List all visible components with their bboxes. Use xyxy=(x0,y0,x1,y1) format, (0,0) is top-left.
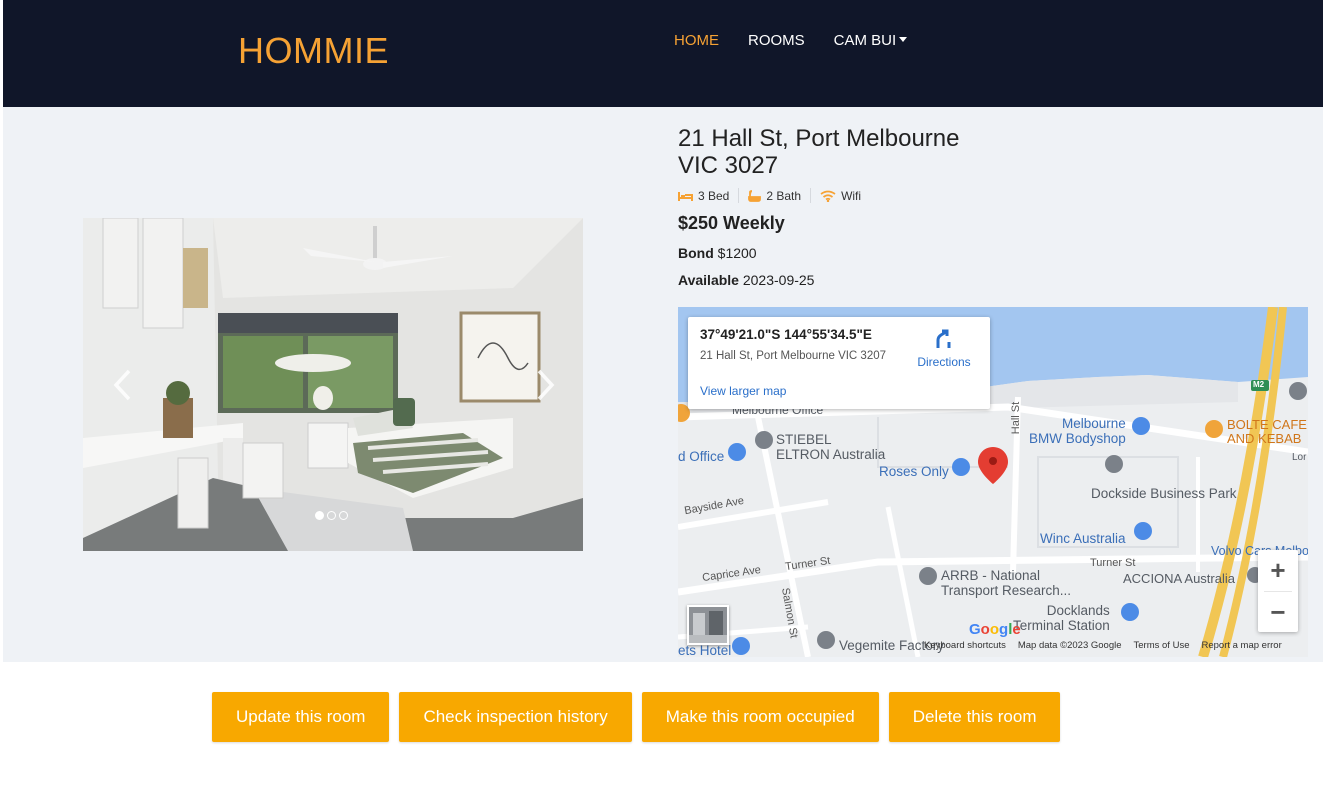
nav-user-label: CAM BUI xyxy=(833,32,897,49)
map-place-line: AND KEBAB xyxy=(1227,431,1302,446)
location-map[interactable]: Melbourne Office d Office STIEBEL ELTRON… xyxy=(678,307,1308,657)
address-line2: VIC 3027 xyxy=(678,152,779,179)
map-place: BOLTE CAFE AND KEBAB xyxy=(1227,418,1307,446)
directions-button[interactable]: Directions xyxy=(914,329,974,369)
page: HOMMIE HOME ROOMS CAM BUI 21 Hall St, Po… xyxy=(0,0,1327,800)
view-larger-map-link[interactable]: View larger map xyxy=(700,384,786,398)
map-place-line: Terminal Station xyxy=(1013,618,1110,633)
map-place: Melbourne BMW Bodyshop xyxy=(1029,416,1126,446)
zoom-in-button[interactable]: + xyxy=(1258,550,1298,591)
map-zoom-controls: + − xyxy=(1258,550,1298,632)
room-photo xyxy=(83,218,583,551)
room-actions: Update this room Check inspection histor… xyxy=(212,692,1061,742)
directions-label: Directions xyxy=(917,355,971,369)
map-place-line: BMW Bodyshop xyxy=(1029,431,1126,446)
map-coords: 37°49'21.0"S 144°55'34.5"E xyxy=(700,327,872,342)
feature-wifi-label: Wifi xyxy=(841,188,862,203)
feature-bed: 3 Bed xyxy=(678,189,729,203)
carousel-prev-button[interactable] xyxy=(111,368,135,402)
bond-label: Bond xyxy=(678,245,714,261)
chevron-right-icon xyxy=(537,369,555,401)
listing-available: Available 2023-09-25 xyxy=(678,272,1318,288)
available-value: 2023-09-25 xyxy=(742,272,815,288)
update-room-button[interactable]: Update this room xyxy=(212,692,390,742)
nav-rooms[interactable]: ROOMS xyxy=(748,32,805,49)
map-place: ets Hotel xyxy=(678,643,732,657)
feature-bath: 2 Bath xyxy=(748,189,801,203)
google-logo: Google xyxy=(969,621,1021,638)
bond-value: $1200 xyxy=(717,245,757,261)
map-place: Winc Australia xyxy=(1040,531,1126,546)
map-place-line: BOLTE CAFE xyxy=(1227,417,1307,432)
listing-price: $250 Weekly xyxy=(678,213,785,233)
carousel-dot[interactable] xyxy=(339,511,348,520)
carousel-indicators xyxy=(315,511,348,520)
report-error-link[interactable]: Report a map error xyxy=(1201,640,1281,651)
listing-details: 21 Hall St, Port Melbourne VIC 3027 3 Be… xyxy=(678,125,1318,288)
inspection-history-button[interactable]: Check inspection history xyxy=(399,692,632,742)
zoom-out-button[interactable]: − xyxy=(1258,592,1298,633)
map-attribution: Keyboard shortcuts Map data ©2023 Google… xyxy=(924,640,1282,651)
map-place: Dockside Business Park xyxy=(1091,486,1237,501)
street-view-image xyxy=(689,607,727,643)
map-place-line: Transport Research... xyxy=(941,583,1072,598)
listing-bond: Bond $1200 xyxy=(678,245,1318,261)
map-place: M2 xyxy=(1253,380,1265,389)
brand-logo[interactable]: HOMMIE xyxy=(238,30,389,72)
map-place: Roses Only xyxy=(879,464,949,479)
carousel-dot[interactable] xyxy=(315,511,324,520)
feature-list: 3 Bed 2 Bath Wifi xyxy=(678,188,1318,203)
feature-divider xyxy=(738,188,740,203)
map-place: Lor xyxy=(1292,452,1307,463)
nav-home[interactable]: HOME xyxy=(674,32,719,49)
map-road: Turner St xyxy=(1090,557,1136,569)
wifi-icon xyxy=(820,190,836,202)
feature-bed-label: 3 Bed xyxy=(698,188,730,203)
carousel-dot[interactable] xyxy=(327,511,336,520)
map-place: Docklands Terminal Station xyxy=(1013,603,1110,633)
map-place-line: ARRB - National xyxy=(941,568,1041,583)
mark-occupied-button[interactable]: Make this room occupied xyxy=(641,692,879,742)
feature-divider xyxy=(810,188,812,203)
chevron-left-icon xyxy=(113,369,131,401)
carousel-next-button[interactable] xyxy=(533,368,557,402)
map-place-line: Docklands xyxy=(1046,603,1110,618)
map-road: Hall St xyxy=(1010,401,1023,435)
available-label: Available xyxy=(678,272,739,288)
nav-user-dropdown[interactable]: CAM BUI xyxy=(834,32,908,49)
directions-icon xyxy=(936,329,951,348)
map-place-line: STIEBEL xyxy=(776,432,832,447)
bath-icon xyxy=(748,189,762,202)
navbar: HOMMIE HOME ROOMS CAM BUI xyxy=(3,0,1323,107)
caret-down-icon xyxy=(899,37,908,43)
feature-wifi: Wifi xyxy=(820,189,861,203)
nav-links: HOME ROOMS CAM BUI xyxy=(674,32,936,49)
address-line1: 21 Hall St, Port Melbourne xyxy=(678,125,960,152)
keyboard-shortcuts-link[interactable]: Keyboard shortcuts xyxy=(924,640,1006,651)
listing-address: 21 Hall St, Port Melbourne VIC 3027 xyxy=(678,125,1318,179)
feature-bath-label: 2 Bath xyxy=(766,188,802,203)
map-place: d Office xyxy=(678,449,725,464)
bed-icon xyxy=(678,191,693,201)
map-place: STIEBEL ELTRON Australia xyxy=(776,432,885,462)
map-place-line: ELTRON Australia xyxy=(776,447,886,462)
map-data-text: Map data ©2023 Google xyxy=(1017,640,1122,651)
map-place: ARRB - National Transport Research... xyxy=(941,568,1071,598)
map-place: ACCIONA Australia xyxy=(1123,571,1235,586)
map-place-line: Melbourne xyxy=(1062,416,1126,431)
delete-room-button[interactable]: Delete this room xyxy=(888,692,1061,742)
photo-carousel xyxy=(83,218,583,551)
map-info-card: 37°49'21.0"S 144°55'34.5"E 21 Hall St, P… xyxy=(688,317,990,409)
street-view-thumbnail[interactable] xyxy=(687,605,729,645)
room-detail: 21 Hall St, Port Melbourne VIC 3027 3 Be… xyxy=(3,107,1323,662)
terms-link[interactable]: Terms of Use xyxy=(1134,640,1190,651)
map-card-address: 21 Hall St, Port Melbourne VIC 3207 xyxy=(700,350,887,362)
